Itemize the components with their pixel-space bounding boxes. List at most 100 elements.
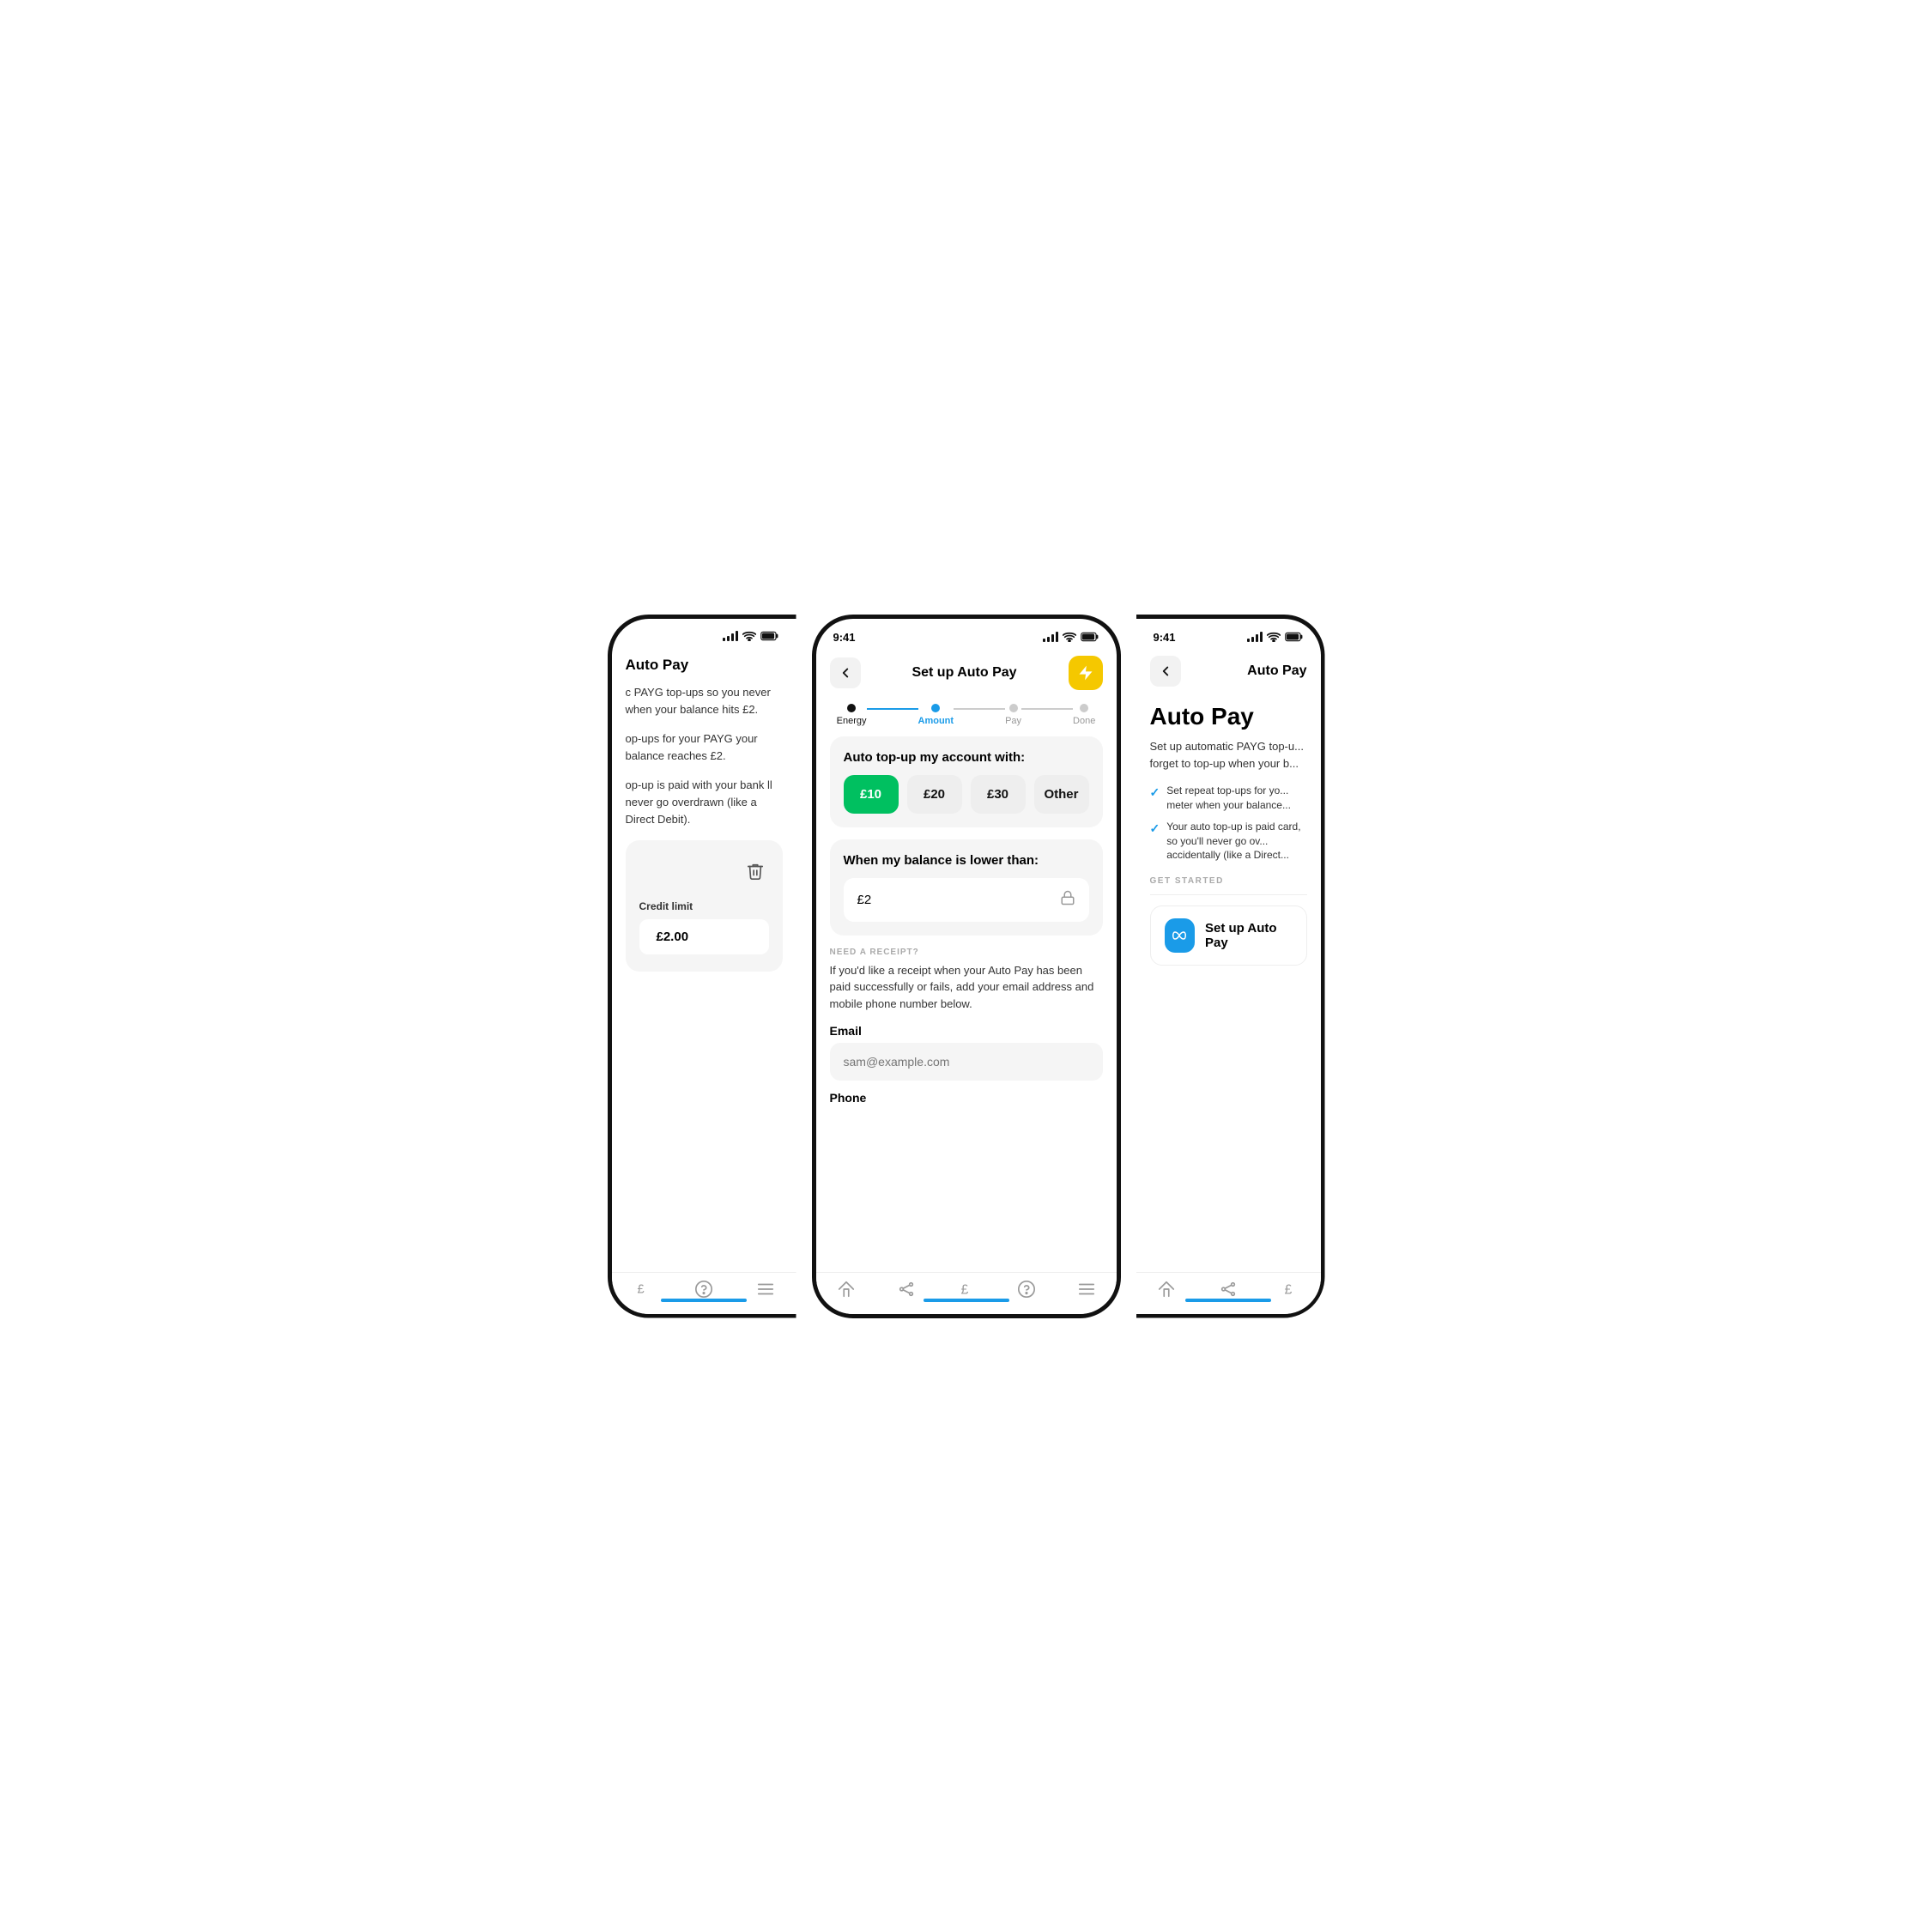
tab-bar-left (661, 1299, 747, 1302)
nav-menu-center[interactable] (1077, 1280, 1096, 1299)
nav-connections-right[interactable] (1219, 1280, 1238, 1299)
back-arrow-icon-right (1158, 663, 1173, 679)
delete-icon[interactable] (742, 857, 769, 885)
back-arrow-icon (838, 665, 853, 681)
center-header: Set up Auto Pay (816, 649, 1117, 699)
right-content: Auto Pay Set up automatic PAYG top-u... … (1136, 695, 1321, 975)
nav-help-left[interactable] (694, 1280, 713, 1299)
back-button-center[interactable] (830, 657, 861, 688)
right-bottom-nav: £ (1136, 1272, 1321, 1314)
nav-help-center[interactable] (1017, 1280, 1036, 1299)
home-icon-center (837, 1280, 856, 1299)
divider (1150, 894, 1307, 895)
credit-limit-label: Credit limit (639, 900, 693, 912)
step-line-2 (954, 708, 1005, 710)
balance-title: When my balance is lower than: (844, 853, 1089, 868)
signal-bars-left (723, 631, 738, 641)
svg-text:£: £ (638, 1282, 645, 1296)
step-dot-done (1080, 704, 1088, 712)
right-phone: 9:41 (1136, 615, 1325, 1318)
nav-home-right[interactable] (1157, 1280, 1176, 1299)
right-time: 9:41 (1154, 631, 1176, 644)
nav-home-center[interactable] (837, 1280, 856, 1299)
step-dot-energy (847, 704, 856, 712)
feature-text-2: Your auto top-up is paid card, so you'll… (1166, 820, 1306, 863)
auto-topup-title: Auto top-up my account with: (844, 750, 1089, 765)
center-time: 9:41 (833, 631, 856, 644)
setup-auto-pay-button[interactable]: Set up Auto Pay (1150, 905, 1307, 966)
nav-pound-center[interactable]: £ (957, 1280, 976, 1299)
center-phone: 9:41 (812, 615, 1121, 1318)
left-page-title: Auto Pay (626, 657, 783, 674)
right-header-title: Auto Pay (1247, 663, 1306, 679)
left-credit-card: Credit limit £2.00 (626, 840, 783, 972)
menu-icon-left (756, 1280, 775, 1299)
center-content: Auto top-up my account with: £10 £20 £30… (816, 736, 1117, 1117)
left-body-text-1: c PAYG top-ups so you never when your ba… (626, 684, 783, 718)
wifi-icon-left (742, 631, 756, 641)
home-icon-right (1157, 1280, 1176, 1299)
back-button-right[interactable] (1150, 656, 1181, 687)
amount-btn-10[interactable]: £10 (844, 775, 899, 814)
step-label-energy: Energy (837, 716, 867, 726)
pound-icon-right: £ (1281, 1280, 1299, 1299)
credit-limit-value: £2.00 (639, 919, 769, 954)
connections-icon-right (1219, 1280, 1238, 1299)
step-line-1 (867, 708, 918, 710)
left-body-text-2: op-ups for your PAYG your balance reache… (626, 730, 783, 765)
step-label-amount: Amount (918, 716, 954, 726)
step-line-3 (1021, 708, 1073, 710)
step-amount: Amount (918, 704, 954, 726)
question-icon-left (694, 1280, 713, 1299)
battery-icon-right (1285, 632, 1304, 642)
nav-pound-right[interactable]: £ (1281, 1280, 1299, 1299)
step-dot-amount (931, 704, 940, 712)
feature-item-1: ✓ Set repeat top-ups for yo... meter whe… (1150, 784, 1307, 813)
tab-bar-center (924, 1299, 1009, 1302)
amount-btn-20[interactable]: £20 (907, 775, 962, 814)
nav-menu-left[interactable] (756, 1280, 775, 1299)
pound-icon-center: £ (957, 1280, 976, 1299)
lock-icon (1060, 890, 1075, 910)
amount-buttons-row: £10 £20 £30 Other (844, 775, 1089, 814)
receipt-section: NEED A RECEIPT? If you'd like a receipt … (830, 948, 1103, 1117)
bolt-icon (1077, 664, 1094, 681)
left-content-area: Auto Pay c PAYG top-ups so you never whe… (612, 646, 796, 991)
right-header: Auto Pay (1136, 649, 1321, 695)
question-icon-center (1017, 1280, 1036, 1299)
feature-list: ✓ Set repeat top-ups for yo... meter whe… (1150, 784, 1307, 863)
svg-text:£: £ (1284, 1282, 1292, 1297)
amount-btn-other[interactable]: Other (1034, 775, 1089, 814)
progress-stepper: Energy Amount Pay Done (816, 699, 1117, 736)
feature-item-2: ✓ Your auto top-up is paid card, so you'… (1150, 820, 1307, 863)
receipt-section-label: NEED A RECEIPT? (830, 948, 1103, 957)
battery-icon-center (1081, 632, 1099, 642)
amount-card: Auto top-up my account with: £10 £20 £30… (830, 736, 1103, 827)
bolt-button[interactable] (1069, 656, 1103, 690)
left-body-text-3: op-up is paid with your bank ll never go… (626, 777, 783, 828)
step-energy: Energy (837, 704, 867, 726)
phone-label: Phone (830, 1091, 1103, 1105)
battery-icon-left (760, 631, 779, 641)
step-label-pay: Pay (1005, 716, 1021, 726)
balance-card: When my balance is lower than: £2 (830, 839, 1103, 936)
center-bottom-nav: £ (816, 1272, 1117, 1314)
email-input[interactable] (830, 1043, 1103, 1081)
balance-row: £2 (844, 878, 1089, 922)
infinity-icon-container (1165, 918, 1195, 953)
tab-bar-right (1185, 1299, 1271, 1302)
infinity-icon (1171, 927, 1188, 944)
get-started-label: GET STARTED (1150, 876, 1307, 886)
amount-btn-30[interactable]: £30 (971, 775, 1026, 814)
feature-text-1: Set repeat top-ups for yo... meter when … (1166, 784, 1306, 813)
right-page-title: Auto Pay (1150, 704, 1307, 730)
nav-pound-left[interactable]: £ (633, 1280, 651, 1299)
step-pay: Pay (1005, 704, 1021, 726)
step-dot-pay (1009, 704, 1018, 712)
center-status-icons (1043, 632, 1099, 642)
signal-bars-right (1247, 632, 1263, 642)
connections-icon-center (897, 1280, 916, 1299)
center-header-title: Set up Auto Pay (911, 665, 1016, 681)
nav-connections-center[interactable] (897, 1280, 916, 1299)
balance-value: £2 (857, 893, 872, 907)
